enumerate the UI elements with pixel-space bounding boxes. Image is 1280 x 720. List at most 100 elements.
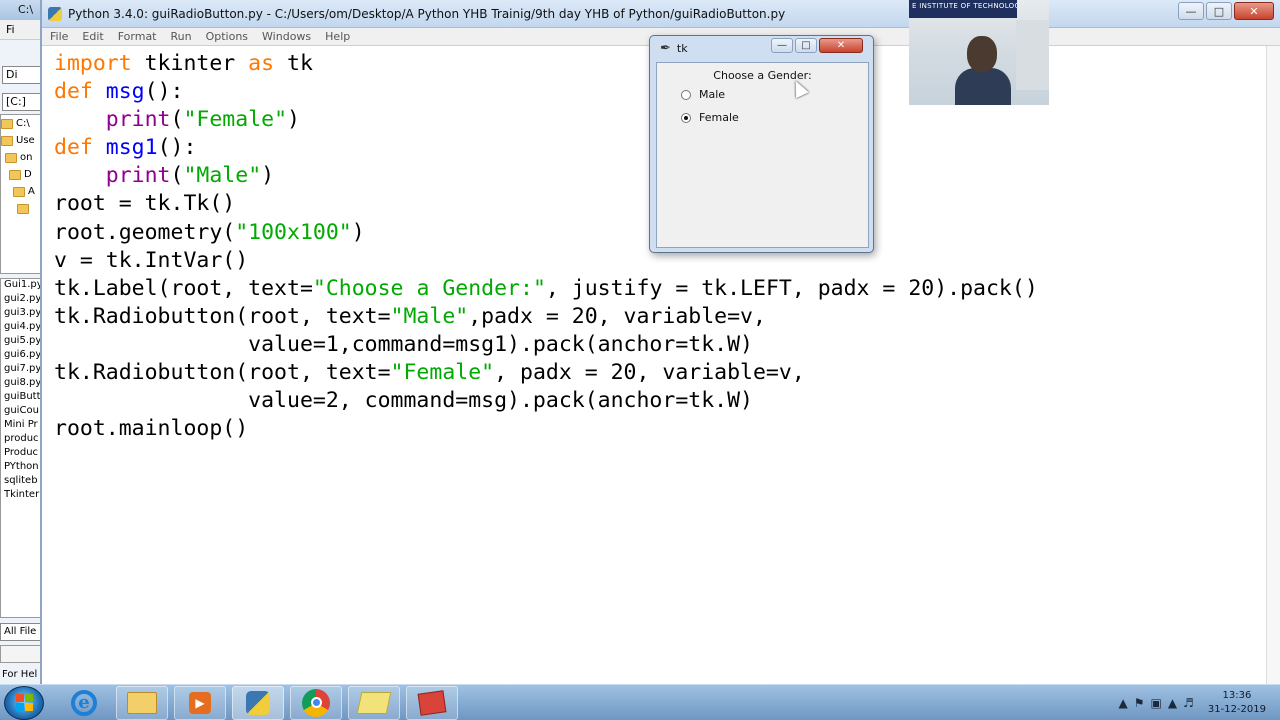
radio-circle[interactable]: [681, 112, 691, 123]
file-item[interactable]: PYthon: [1, 461, 41, 475]
taskbar-sticky-notes[interactable]: [348, 685, 400, 720]
menu-file[interactable]: File: [50, 30, 68, 43]
file-item[interactable]: gui7.py: [1, 363, 41, 377]
code-line[interactable]: def msg1():: [54, 134, 1038, 162]
file-list[interactable]: Gui1.py gui2.py gui3.py gui4.py gui5.py …: [0, 278, 42, 618]
menu-windows[interactable]: Windows: [262, 30, 311, 43]
tree-item[interactable]: D: [1, 166, 41, 183]
tree-item[interactable]: A: [1, 183, 41, 200]
taskbar-clock[interactable]: 13:36 31-12-2019: [1208, 689, 1266, 717]
code-token: "Female": [390, 360, 495, 386]
menu-format[interactable]: Format: [118, 30, 157, 43]
taskbar-package-app[interactable]: [406, 685, 458, 720]
radio-female[interactable]: Female: [681, 111, 739, 124]
code-line[interactable]: import tkinter as tk: [54, 50, 1038, 78]
code-line[interactable]: value=1,command=msg1).pack(anchor=tk.W): [54, 331, 1038, 359]
taskbar: e ▶ ▲ ⚑ ▣ ▲ ♬ 13:36 31-12-2019: [0, 684, 1280, 720]
menu-run[interactable]: Run: [171, 30, 192, 43]
file-item[interactable]: gui6.py: [1, 349, 41, 363]
volume-icon[interactable]: ♬: [1183, 696, 1194, 710]
network-icon[interactable]: ▲: [1168, 696, 1177, 710]
file-item[interactable]: gui5.py: [1, 335, 41, 349]
code-line[interactable]: tk.Radiobutton(root, text="Male",padx = …: [54, 303, 1038, 331]
file-type-filter[interactable]: All File: [0, 623, 42, 641]
tk-close-button[interactable]: ✕: [819, 38, 863, 53]
tk-window-body: Choose a Gender: Male Female: [656, 62, 869, 248]
chrome-icon: [302, 688, 330, 717]
file-item[interactable]: guiButt: [1, 391, 41, 405]
security-icon[interactable]: ▣: [1151, 696, 1162, 710]
taskbar-chrome[interactable]: [290, 685, 342, 720]
folder-tree[interactable]: C:\ Use on D A: [0, 114, 42, 274]
background-combo-drive[interactable]: [C:]: [2, 93, 42, 111]
tree-item[interactable]: on: [1, 149, 41, 166]
file-item[interactable]: sqliteb: [1, 475, 41, 489]
show-hidden-icons-icon[interactable]: ▲: [1119, 696, 1128, 710]
code-line[interactable]: root.geometry("100x100"): [54, 219, 1038, 247]
idle-titlebar[interactable]: Python 3.4.0: guiRadioButton.py - C:/Use…: [42, 0, 1280, 28]
action-center-icon[interactable]: ⚑: [1134, 696, 1145, 710]
file-item[interactable]: Gui1.py: [1, 279, 41, 293]
code-line[interactable]: v = tk.IntVar(): [54, 247, 1038, 275]
code-line[interactable]: print("Female"): [54, 106, 1038, 134]
code-line[interactable]: print("Male"): [54, 162, 1038, 190]
clock-time: 13:36: [1222, 690, 1252, 701]
code-token: tk: [274, 51, 313, 76]
windows-logo-icon: [15, 694, 33, 711]
file-item[interactable]: produc: [1, 433, 41, 447]
taskbar-file-explorer[interactable]: [116, 685, 168, 720]
tk-window-controls: — □ ✕: [771, 38, 863, 53]
tk-app-window[interactable]: ✒ tk — □ ✕ Choose a Gender: Male Female: [649, 35, 874, 253]
code-line[interactable]: root.mainloop(): [54, 415, 1038, 443]
idle-window-title: Python 3.4.0: guiRadioButton.py - C:/Use…: [68, 6, 786, 21]
menu-help[interactable]: Help: [325, 30, 350, 43]
taskbar-internet-explorer[interactable]: e: [58, 686, 110, 720]
background-combo-dir[interactable]: Di: [2, 66, 42, 84]
close-button[interactable]: ✕: [1234, 2, 1274, 20]
code-editor[interactable]: import tkinter as tk def msg(): print("Fe…: [54, 50, 1038, 443]
tk-maximize-button[interactable]: □: [795, 38, 817, 53]
code-token: ): [287, 107, 300, 133]
menu-edit[interactable]: Edit: [82, 30, 103, 43]
code-line[interactable]: tk.Label(root, text="Choose a Gender:", …: [54, 275, 1038, 303]
code-token: ():: [144, 79, 184, 105]
file-item[interactable]: Tkinter: [1, 489, 41, 503]
code-line[interactable]: value=2, command=msg).pack(anchor=tk.W): [54, 387, 1038, 415]
minimize-button[interactable]: —: [1178, 2, 1204, 20]
code-line[interactable]: def msg():: [54, 78, 1038, 106]
file-item[interactable]: gui4.py: [1, 321, 41, 335]
file-item[interactable]: gui3.py: [1, 307, 41, 321]
radio-male[interactable]: Male: [681, 88, 725, 101]
code-line[interactable]: tk.Radiobutton(root, text="Female", padx…: [54, 359, 1038, 387]
vertical-scrollbar[interactable]: [1266, 46, 1280, 684]
tree-item[interactable]: Use: [1, 132, 41, 149]
code-token: root.geometry(: [54, 219, 236, 245]
taskbar-python-idle[interactable]: [232, 685, 284, 720]
drive-select[interactable]: [0, 645, 42, 663]
sticky-notes-icon: [356, 691, 392, 714]
code-token: (: [170, 107, 184, 133]
file-item[interactable]: Produc: [1, 447, 41, 461]
code-token: msg: [105, 79, 145, 105]
tk-titlebar[interactable]: ✒ tk — □ ✕: [650, 36, 873, 60]
tree-item[interactable]: [1, 200, 41, 217]
file-item[interactable]: gui2.py: [1, 293, 41, 307]
file-item[interactable]: gui8.py: [1, 377, 41, 391]
maximize-button[interactable]: □: [1206, 2, 1232, 20]
file-item[interactable]: guiCou: [1, 405, 41, 419]
system-tray: ▲ ⚑ ▣ ▲ ♬ 13:36 31-12-2019: [1119, 685, 1280, 720]
webcam-person: [955, 36, 1011, 105]
file-item[interactable]: Mini Pr: [1, 419, 41, 433]
start-button[interactable]: [4, 685, 44, 720]
taskbar-media-player[interactable]: ▶: [174, 685, 226, 720]
code-line[interactable]: root = tk.Tk(): [54, 190, 1038, 218]
radio-circle[interactable]: [681, 89, 691, 100]
code-token: , justify = tk.LEFT, padx = 20).pack(): [545, 275, 1038, 301]
code-token: "Choose a Gender:": [312, 275, 546, 301]
tree-item[interactable]: C:\: [1, 115, 41, 132]
tk-minimize-button[interactable]: —: [771, 38, 793, 53]
code-token: v = tk.IntVar(): [54, 247, 249, 273]
code-token: value=1,command=msg1).pack(anchor=tk.W): [54, 331, 753, 357]
code-token: value=2, command=msg).pack(anchor=tk.W): [54, 388, 753, 414]
menu-options[interactable]: Options: [206, 30, 248, 43]
